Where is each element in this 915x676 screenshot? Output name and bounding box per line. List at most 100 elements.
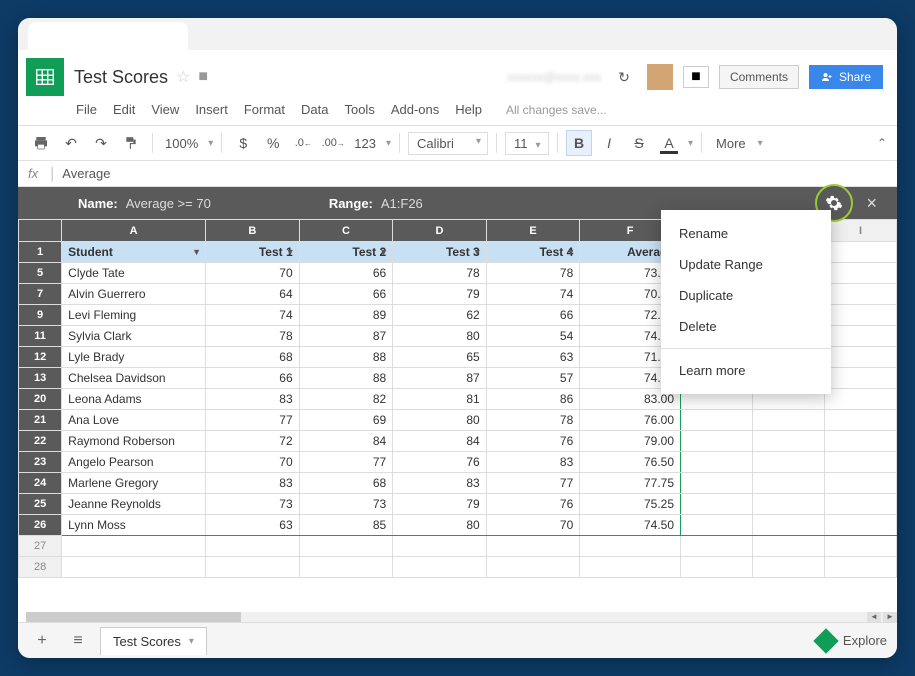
- paint-format-icon[interactable]: [118, 130, 144, 156]
- cell[interactable]: Angelo Pearson: [62, 452, 206, 473]
- cell[interactable]: 80: [393, 410, 487, 431]
- font-size-selector[interactable]: 11▾: [505, 132, 549, 155]
- cell[interactable]: [824, 410, 896, 431]
- row-number[interactable]: 20: [19, 389, 62, 410]
- cell[interactable]: 78: [393, 263, 487, 284]
- add-sheet-button[interactable]: +: [28, 627, 56, 655]
- cell[interactable]: 83: [206, 389, 300, 410]
- cell[interactable]: 64: [206, 284, 300, 305]
- sheet-tab[interactable]: Test Scores ▾: [100, 627, 207, 655]
- cell[interactable]: 88: [299, 347, 393, 368]
- header-cell[interactable]: Test 2▼: [299, 242, 393, 263]
- cell[interactable]: 63: [486, 347, 580, 368]
- sheet-tab-dropdown-icon[interactable]: ▾: [189, 636, 194, 647]
- filter-dropdown-icon[interactable]: ▼: [192, 247, 201, 257]
- cell[interactable]: [824, 452, 896, 473]
- cell[interactable]: 78: [486, 410, 580, 431]
- cell[interactable]: [681, 515, 753, 536]
- bold-button[interactable]: B: [566, 130, 592, 156]
- sheets-logo-icon[interactable]: [26, 58, 64, 96]
- row-number[interactable]: 12: [19, 347, 62, 368]
- cell[interactable]: 73: [206, 494, 300, 515]
- row-number[interactable]: 26: [19, 515, 62, 536]
- cell[interactable]: 82: [299, 389, 393, 410]
- row-number[interactable]: 24: [19, 473, 62, 494]
- horizontal-scrollbar[interactable]: [26, 612, 885, 622]
- menu-help[interactable]: Help: [455, 102, 482, 117]
- cell[interactable]: Marlene Gregory: [62, 473, 206, 494]
- cell[interactable]: [681, 452, 753, 473]
- filter-dropdown-icon[interactable]: ▼: [473, 247, 482, 257]
- cell[interactable]: [752, 515, 824, 536]
- cell[interactable]: 86: [486, 389, 580, 410]
- print-icon[interactable]: [28, 130, 54, 156]
- menu-item-update-range[interactable]: Update Range: [661, 249, 831, 280]
- cell[interactable]: Clyde Tate: [62, 263, 206, 284]
- cell[interactable]: [752, 473, 824, 494]
- cell[interactable]: Levi Fleming: [62, 305, 206, 326]
- row-number[interactable]: 28: [19, 557, 62, 578]
- italic-button[interactable]: I: [596, 130, 622, 156]
- cell[interactable]: 76: [486, 431, 580, 452]
- menu-view[interactable]: View: [151, 102, 179, 117]
- cell[interactable]: [681, 410, 753, 431]
- cell[interactable]: 76: [393, 452, 487, 473]
- undo-icon[interactable]: ↶: [58, 130, 84, 156]
- cell[interactable]: 66: [299, 263, 393, 284]
- cell[interactable]: 70: [206, 263, 300, 284]
- redo-icon[interactable]: ↷: [88, 130, 114, 156]
- share-button[interactable]: Share: [809, 65, 883, 89]
- cell[interactable]: 54: [486, 326, 580, 347]
- cell[interactable]: Lynn Moss: [62, 515, 206, 536]
- cell[interactable]: Jeanne Reynolds: [62, 494, 206, 515]
- row-number[interactable]: 27: [19, 536, 62, 557]
- cell[interactable]: [824, 557, 896, 578]
- cell[interactable]: [681, 536, 753, 557]
- cell[interactable]: Leona Adams: [62, 389, 206, 410]
- strikethrough-button[interactable]: S: [626, 130, 652, 156]
- cell[interactable]: 76.50: [580, 452, 681, 473]
- collapse-toolbar-icon[interactable]: ⌃: [877, 136, 887, 150]
- cell[interactable]: [486, 536, 580, 557]
- text-color-button[interactable]: A: [656, 130, 682, 156]
- cell[interactable]: 89: [299, 305, 393, 326]
- menu-edit[interactable]: Edit: [113, 102, 135, 117]
- decrease-decimal-button[interactable]: .0←: [290, 130, 316, 156]
- cell[interactable]: 85: [299, 515, 393, 536]
- cell[interactable]: [299, 557, 393, 578]
- cell[interactable]: Lyle Brady: [62, 347, 206, 368]
- menu-item-duplicate[interactable]: Duplicate: [661, 280, 831, 311]
- cell[interactable]: [752, 536, 824, 557]
- cell[interactable]: [824, 305, 896, 326]
- cell[interactable]: 74: [486, 284, 580, 305]
- select-all-cell[interactable]: [19, 220, 62, 242]
- cell[interactable]: Ana Love: [62, 410, 206, 431]
- filter-dropdown-icon[interactable]: ▼: [566, 247, 575, 257]
- zoom-level[interactable]: 100%: [161, 136, 202, 151]
- comments-button[interactable]: Comments: [719, 65, 799, 89]
- close-filter-icon[interactable]: ×: [866, 193, 877, 214]
- cell[interactable]: [824, 536, 896, 557]
- cell[interactable]: 68: [206, 347, 300, 368]
- cell[interactable]: 84: [393, 431, 487, 452]
- cell[interactable]: 76: [486, 494, 580, 515]
- row-number[interactable]: 11: [19, 326, 62, 347]
- cell[interactable]: [580, 536, 681, 557]
- avatar[interactable]: [647, 64, 673, 90]
- cell[interactable]: [824, 515, 896, 536]
- cell[interactable]: [752, 410, 824, 431]
- cell[interactable]: [681, 557, 753, 578]
- percent-button[interactable]: %: [260, 130, 286, 156]
- document-title[interactable]: Test Scores: [74, 67, 168, 88]
- cell[interactable]: 80: [393, 326, 487, 347]
- more-button[interactable]: More: [710, 136, 752, 151]
- menu-insert[interactable]: Insert: [195, 102, 228, 117]
- cell[interactable]: [681, 494, 753, 515]
- cell[interactable]: 76.00: [580, 410, 681, 431]
- cell[interactable]: [824, 242, 896, 263]
- row-number[interactable]: 23: [19, 452, 62, 473]
- cell[interactable]: [752, 557, 824, 578]
- header-cell[interactable]: Test 3▼: [393, 242, 487, 263]
- cell[interactable]: [299, 536, 393, 557]
- cell[interactable]: 77: [206, 410, 300, 431]
